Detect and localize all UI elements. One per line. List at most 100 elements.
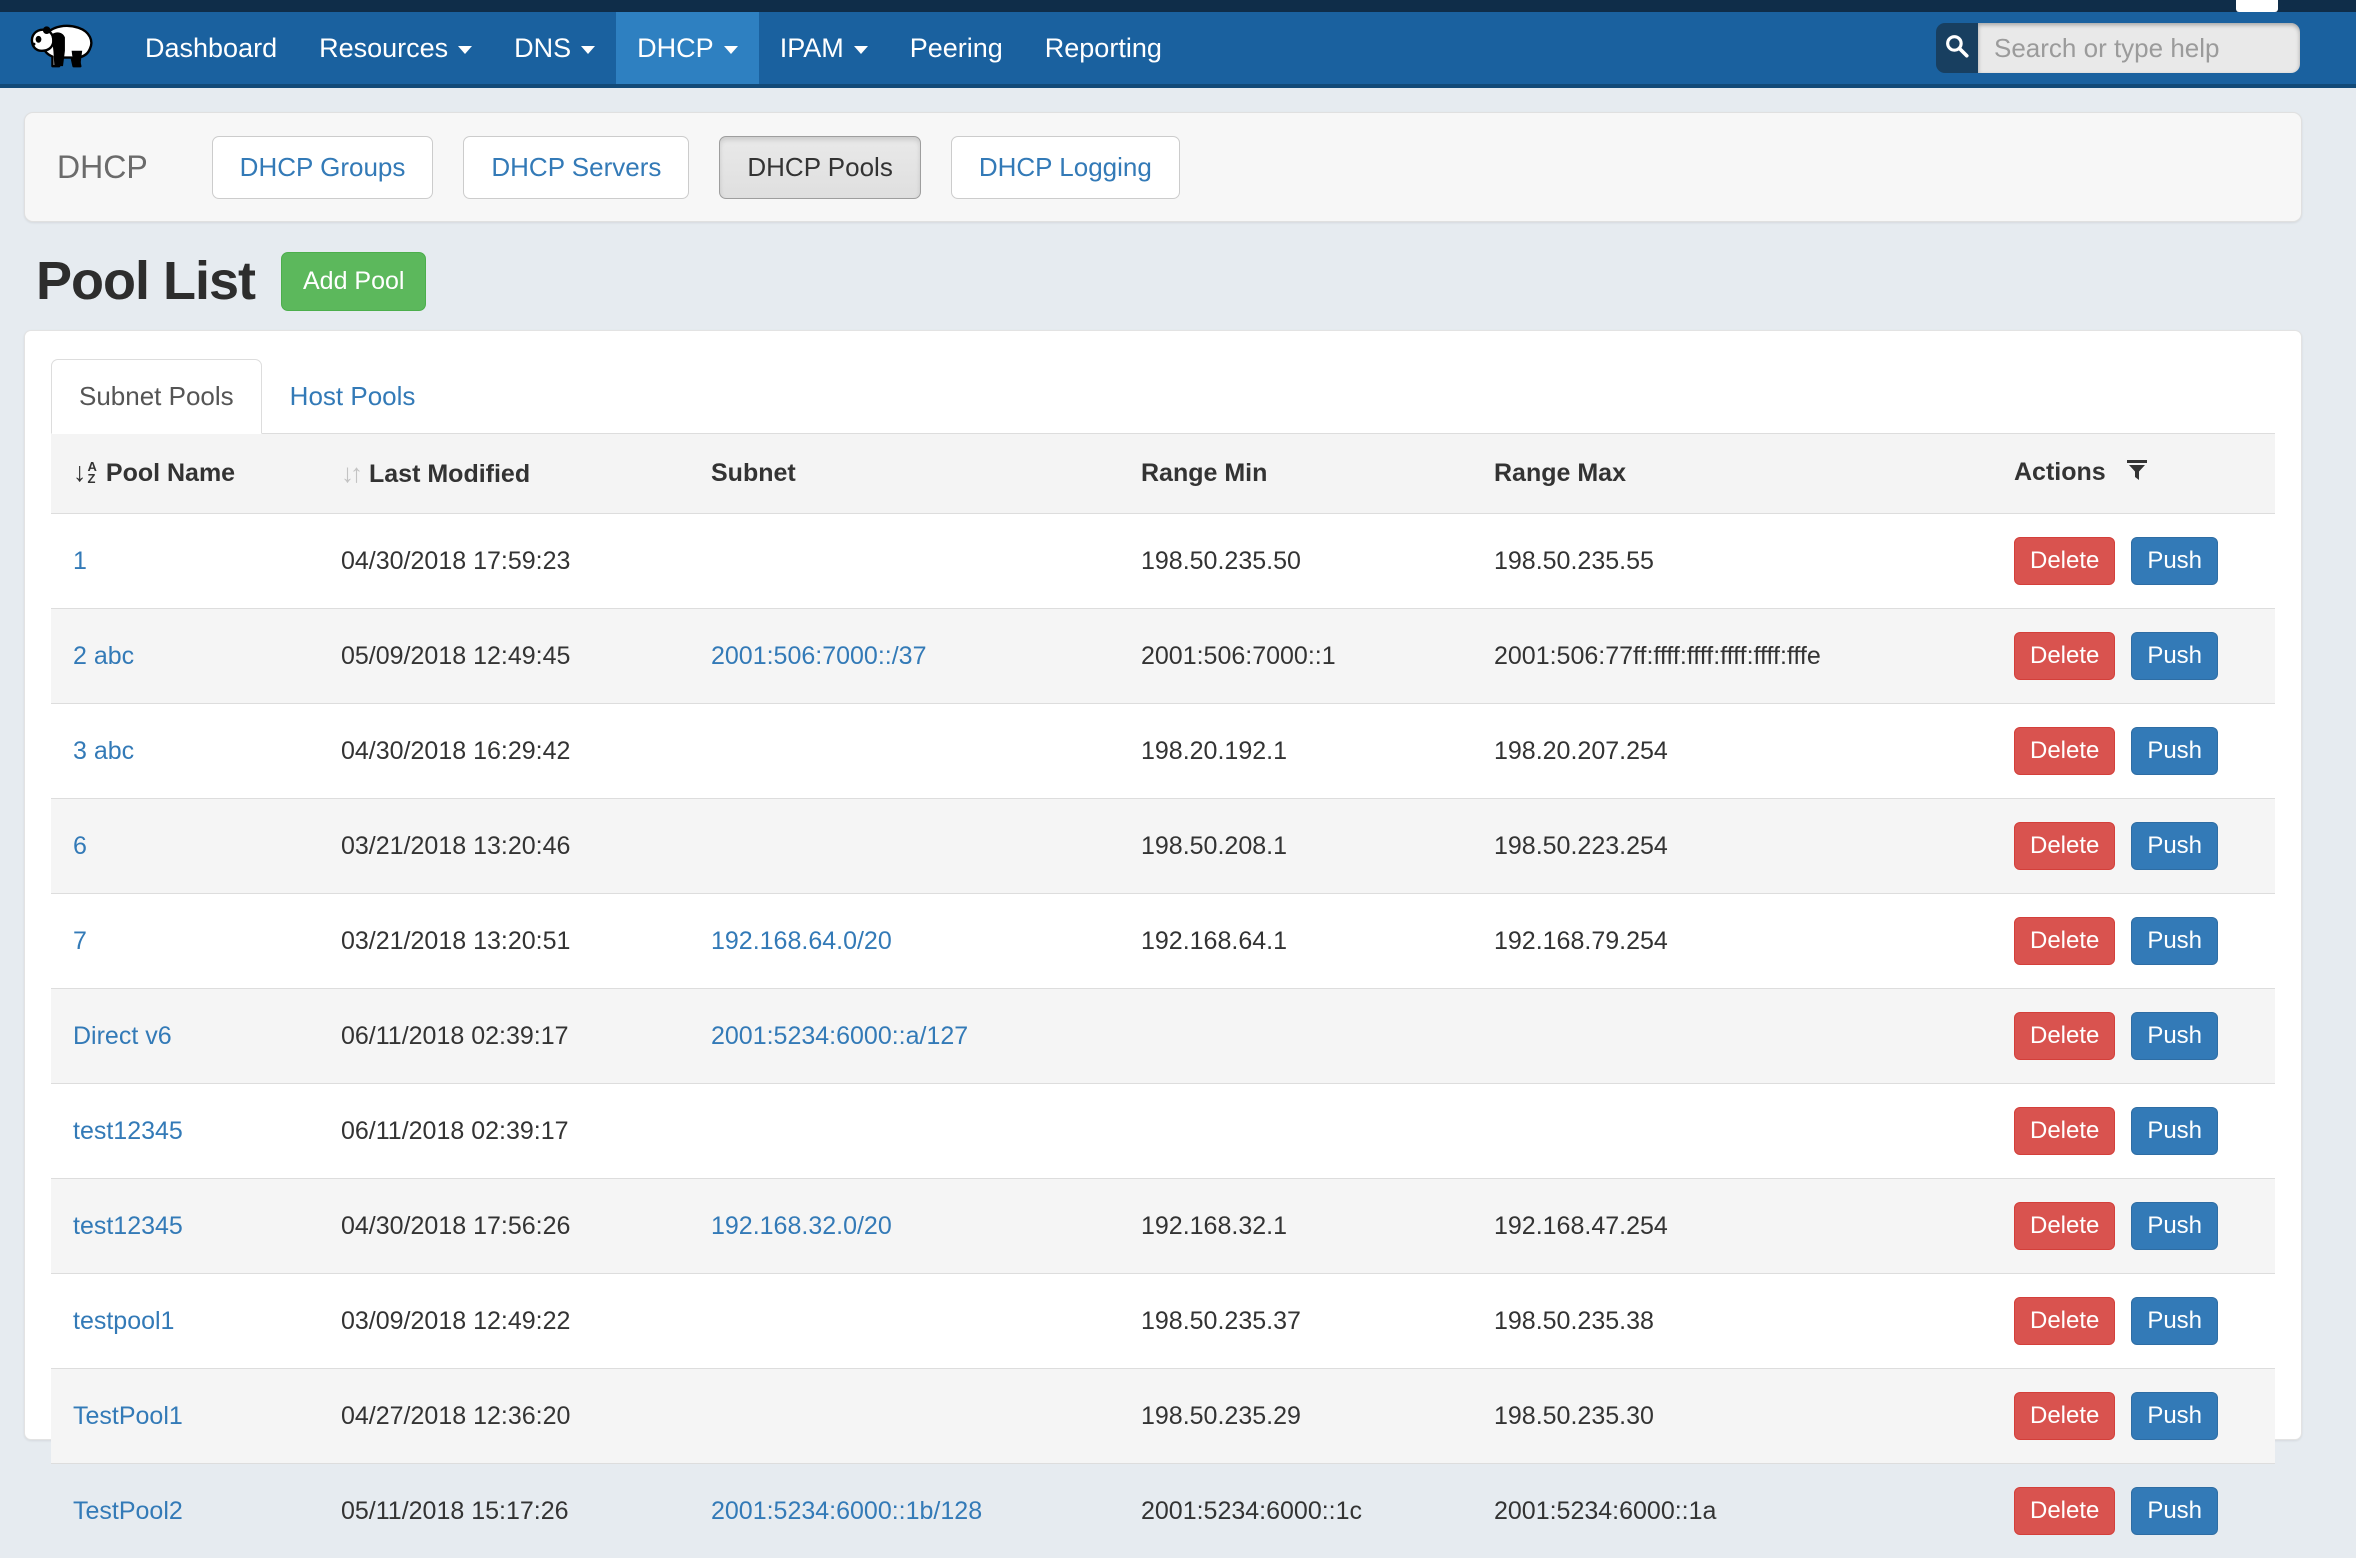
sort-alpha-asc-icon: ↓AZ [73, 459, 97, 486]
table-row: test12345 06/11/2018 02:39:17 Delete Pus… [51, 1084, 2275, 1179]
nav-item-dhcp[interactable]: DHCP [616, 12, 759, 84]
nav-item-dashboard[interactable]: Dashboard [124, 12, 298, 84]
search-icon [1944, 33, 1970, 64]
range-max-value: 198.20.207.254 [1494, 737, 1668, 765]
last-modified-value: 04/30/2018 17:56:26 [341, 1212, 570, 1240]
subnet-link[interactable]: 192.168.64.0/20 [711, 927, 892, 955]
table-row: TestPool2 05/11/2018 15:17:26 2001:5234:… [51, 1464, 2275, 1558]
pool-tabs: Subnet Pools Host Pools [51, 359, 2275, 434]
nav-item-peering[interactable]: Peering [889, 12, 1024, 84]
page-title: Pool List [36, 250, 255, 312]
search-input[interactable] [1978, 23, 2300, 73]
push-button[interactable]: Push [2131, 1392, 2218, 1440]
table-row: 1 04/30/2018 17:59:23 198.50.235.50 198.… [51, 514, 2275, 609]
dhcp-logging-button[interactable]: DHCP Logging [951, 136, 1180, 199]
delete-button[interactable]: Delete [2014, 537, 2115, 585]
filter-icon[interactable] [2118, 460, 2149, 488]
pool-name-link[interactable]: 6 [73, 832, 87, 860]
nav-item-label: DHCP [637, 33, 714, 64]
table-row: test12345 04/30/2018 17:56:26 192.168.32… [51, 1179, 2275, 1274]
nav-item-ipam[interactable]: IPAM [759, 12, 889, 84]
delete-button[interactable]: Delete [2014, 727, 2115, 775]
delete-button[interactable]: Delete [2014, 822, 2115, 870]
brand-logo[interactable] [0, 12, 124, 84]
pool-name-link[interactable]: 3 abc [73, 737, 134, 765]
dhcp-servers-button[interactable]: DHCP Servers [463, 136, 689, 199]
delete-button[interactable]: Delete [2014, 1392, 2115, 1440]
pool-name-link[interactable]: 1 [73, 547, 87, 575]
delete-button[interactable]: Delete [2014, 1012, 2115, 1060]
push-button[interactable]: Push [2131, 1012, 2218, 1060]
tab-subnet-pools[interactable]: Subnet Pools [51, 359, 262, 434]
push-button[interactable]: Push [2131, 537, 2218, 585]
pool-name-link[interactable]: TestPool2 [73, 1497, 183, 1525]
add-pool-button[interactable]: Add Pool [281, 252, 426, 311]
last-modified-value: 04/30/2018 16:29:42 [341, 737, 570, 765]
pool-name-link[interactable]: test12345 [73, 1212, 183, 1240]
range-max-value: 192.168.47.254 [1494, 1212, 1668, 1240]
range-max-value: 2001:506:77ff:ffff:ffff:ffff:ffff:fffe [1494, 642, 1821, 670]
push-button[interactable]: Push [2131, 1487, 2218, 1535]
nav-item-dns[interactable]: DNS [493, 12, 616, 84]
subnet-link[interactable]: 2001:5234:6000::1b/128 [711, 1497, 982, 1525]
nav-item-resources[interactable]: Resources [298, 12, 493, 84]
last-modified-value: 04/27/2018 12:36:20 [341, 1402, 570, 1430]
table-row: TestPool1 04/27/2018 12:36:20 198.50.235… [51, 1369, 2275, 1464]
column-header-last-modified[interactable]: ↓↑Last Modified [319, 434, 689, 514]
pool-name-link[interactable]: TestPool1 [73, 1402, 183, 1430]
browser-top-strip [0, 0, 2356, 12]
push-button[interactable]: Push [2131, 822, 2218, 870]
column-header-range-max: Range Max [1472, 434, 1992, 514]
pool-name-link[interactable]: testpool1 [73, 1307, 174, 1335]
tab-label: Host Pools [290, 381, 416, 411]
column-header-pool-name[interactable]: ↓AZPool Name [51, 434, 319, 514]
push-button[interactable]: Push [2131, 917, 2218, 965]
range-min-value: 198.50.208.1 [1141, 832, 1287, 860]
range-max-value: 192.168.79.254 [1494, 927, 1668, 955]
delete-button[interactable]: Delete [2014, 1297, 2115, 1345]
subnet-link[interactable]: 2001:506:7000::/37 [711, 642, 926, 670]
delete-button[interactable]: Delete [2014, 1107, 2115, 1155]
last-modified-value: 03/21/2018 13:20:46 [341, 832, 570, 860]
table-row: 2 abc 05/09/2018 12:49:45 2001:506:7000:… [51, 609, 2275, 704]
column-header-range-min: Range Min [1119, 434, 1472, 514]
pool-name-link[interactable]: 7 [73, 927, 87, 955]
nav-item-label: IPAM [780, 33, 844, 64]
pool-list-card: Subnet Pools Host Pools ↓AZPool Name ↓↑L… [24, 330, 2302, 1440]
pool-name-link[interactable]: 2 abc [73, 642, 134, 670]
range-max-value: 198.50.235.30 [1494, 1402, 1654, 1430]
nav-item-label: Dashboard [145, 33, 277, 64]
table-row: 7 03/21/2018 13:20:51 192.168.64.0/20 19… [51, 894, 2275, 989]
delete-button[interactable]: Delete [2014, 917, 2115, 965]
pools-table: ↓AZPool Name ↓↑Last Modified Subnet Rang… [51, 434, 2275, 1558]
delete-button[interactable]: Delete [2014, 1487, 2115, 1535]
subnet-link[interactable]: 192.168.32.0/20 [711, 1212, 892, 1240]
range-max-value: 2001:5234:6000::1a [1494, 1497, 1716, 1525]
pool-name-link[interactable]: Direct v6 [73, 1022, 172, 1050]
delete-button[interactable]: Delete [2014, 632, 2115, 680]
push-button[interactable]: Push [2131, 727, 2218, 775]
dhcp-pools-button[interactable]: DHCP Pools [719, 136, 920, 199]
dhcp-groups-button[interactable]: DHCP Groups [212, 136, 434, 199]
pool-name-link[interactable]: test12345 [73, 1117, 183, 1145]
panda-logo-icon [28, 22, 98, 75]
push-button[interactable]: Push [2131, 1107, 2218, 1155]
table-row: 3 abc 04/30/2018 16:29:42 198.20.192.1 1… [51, 704, 2275, 799]
last-modified-value: 06/11/2018 02:39:17 [341, 1117, 569, 1145]
search-button[interactable] [1936, 23, 1978, 73]
nav-item-label: Reporting [1045, 33, 1162, 64]
range-min-value: 198.50.235.50 [1141, 547, 1301, 575]
subnet-link[interactable]: 2001:5234:6000::a/127 [711, 1022, 968, 1050]
nav-item-label: DNS [514, 33, 571, 64]
range-min-value: 2001:506:7000::1 [1141, 642, 1336, 670]
tab-host-pools[interactable]: Host Pools [262, 359, 444, 434]
nav-item-reporting[interactable]: Reporting [1024, 12, 1183, 84]
range-max-value: 198.50.235.55 [1494, 547, 1654, 575]
delete-button[interactable]: Delete [2014, 1202, 2115, 1250]
push-button[interactable]: Push [2131, 632, 2218, 680]
last-modified-value: 03/09/2018 12:49:22 [341, 1307, 570, 1335]
last-modified-value: 04/30/2018 17:59:23 [341, 547, 570, 575]
push-button[interactable]: Push [2131, 1297, 2218, 1345]
chevron-down-icon [458, 46, 472, 54]
push-button[interactable]: Push [2131, 1202, 2218, 1250]
